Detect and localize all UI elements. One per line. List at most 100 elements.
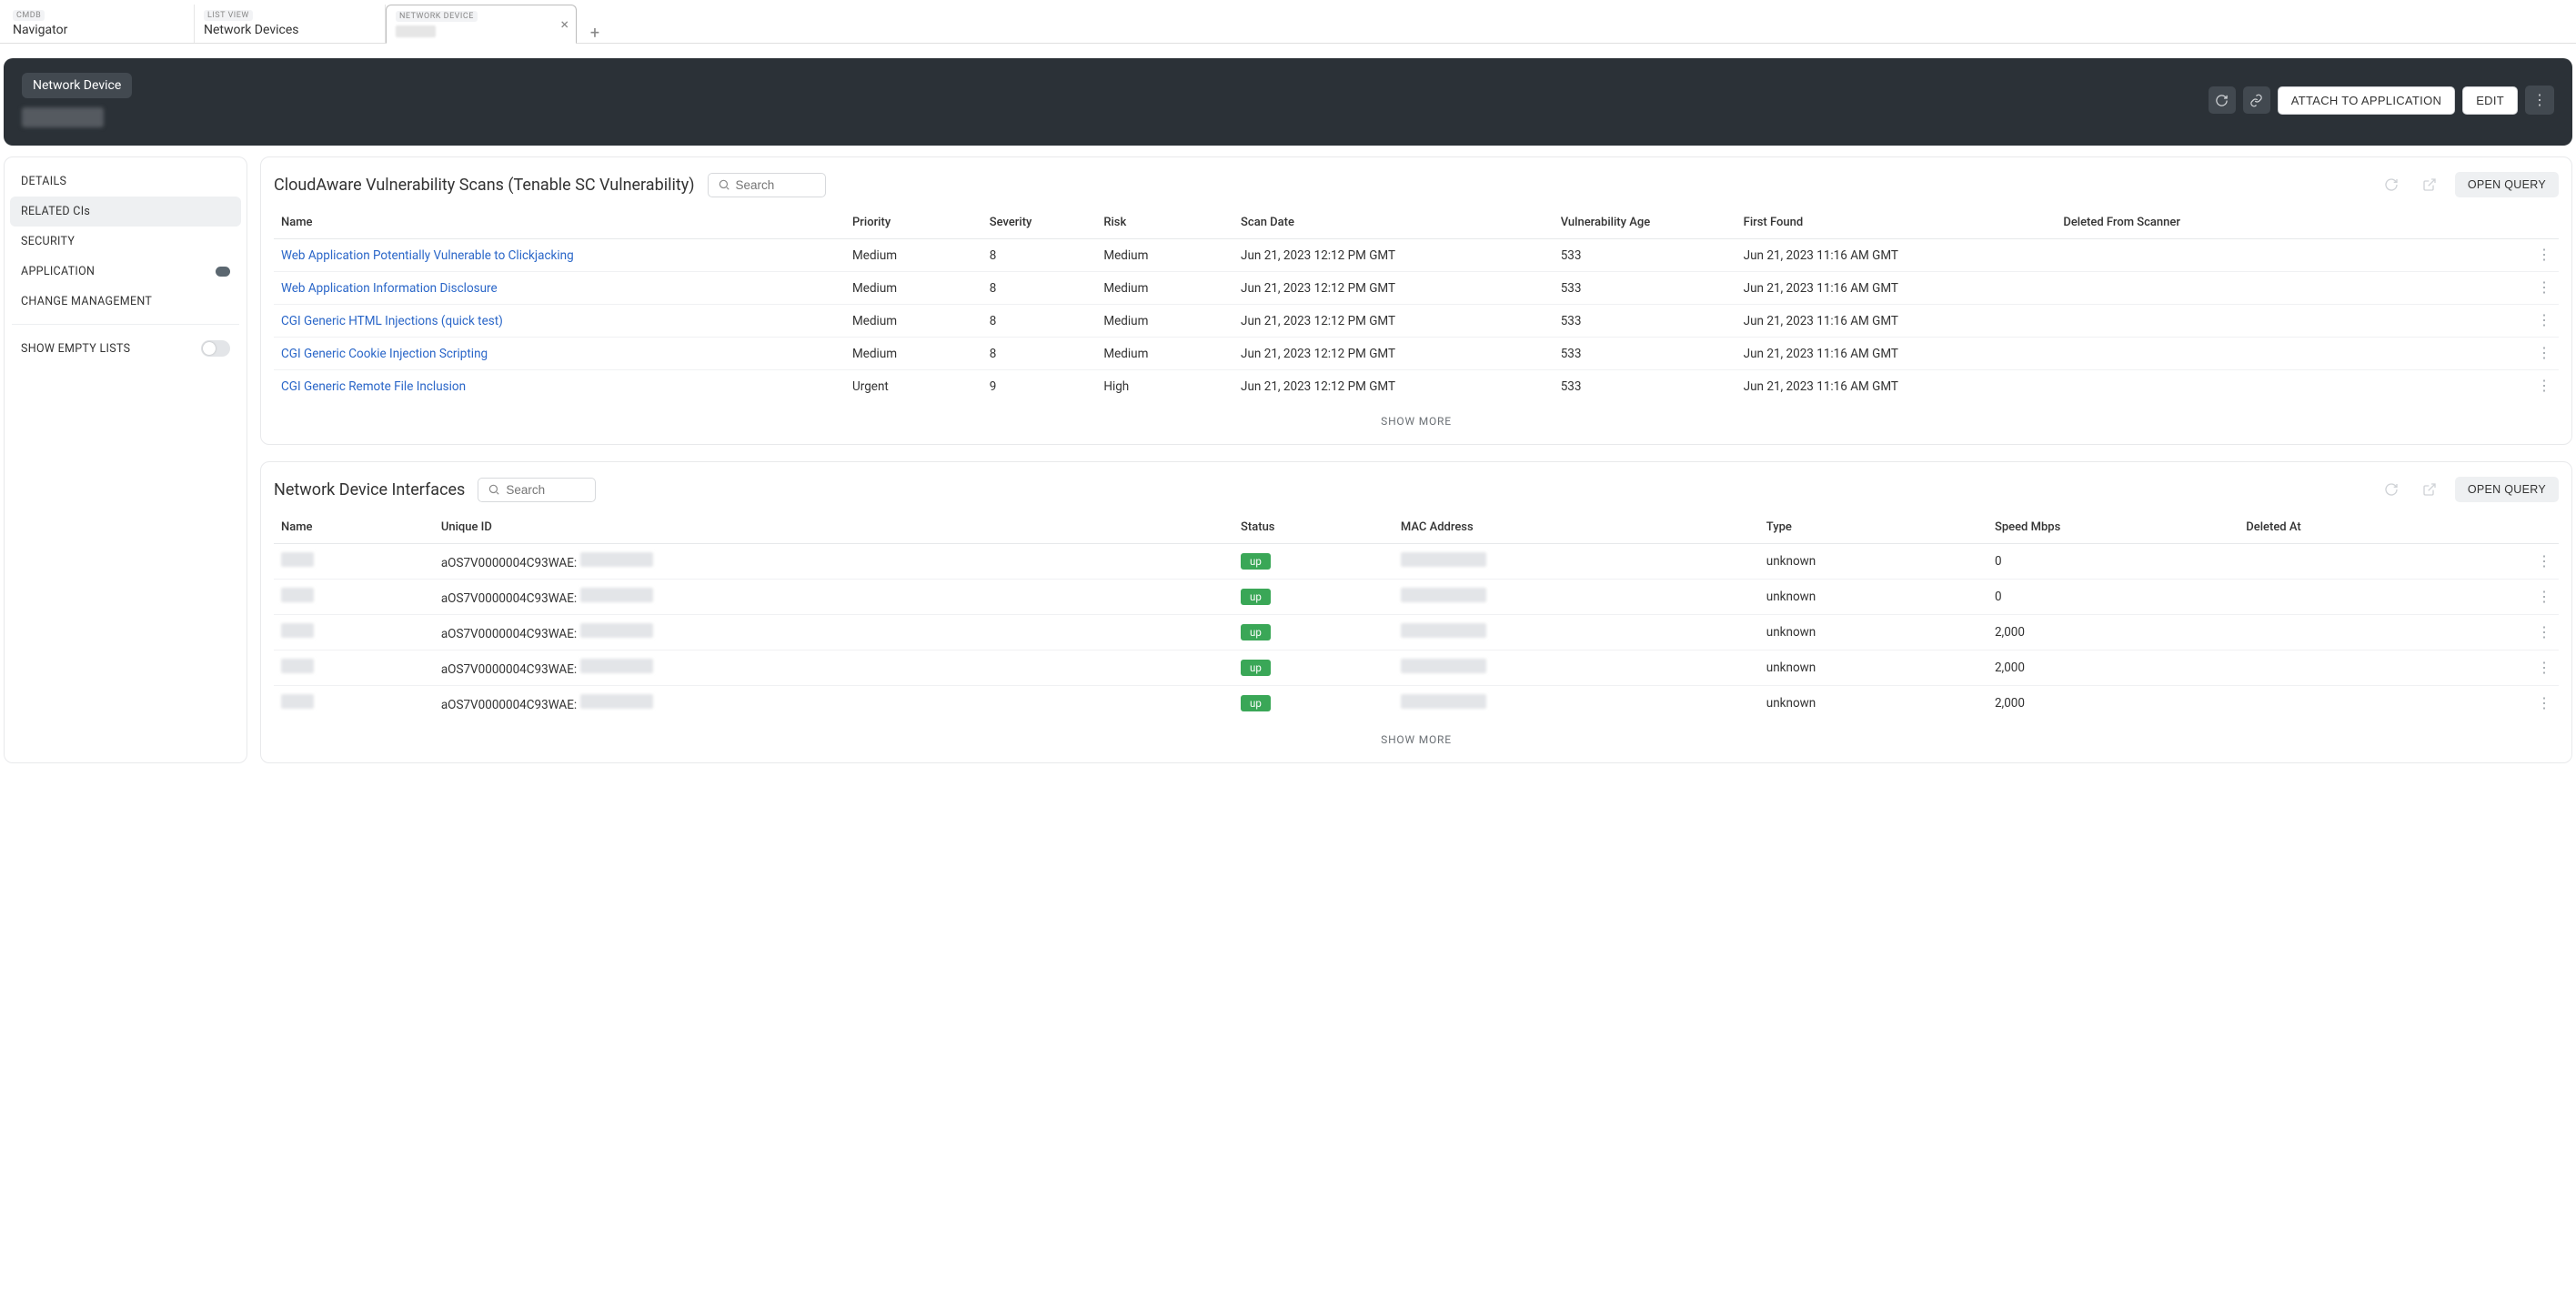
col-deleted[interactable]: Deleted From Scanner (2056, 207, 2467, 239)
cell-status: up (1233, 580, 1394, 615)
sidebar-item-label: RELATED CIs (21, 205, 90, 218)
col-name[interactable]: Name (274, 207, 845, 239)
more-actions-icon[interactable]: ⋮ (2525, 86, 2554, 115)
cell-unique-id: aOS7V0000004C93WAE: (434, 544, 1233, 580)
cell-status: up (1233, 544, 1394, 580)
tab-network-devices[interactable]: LIST VIEW Network Devices (195, 5, 386, 43)
search-input-wrapper[interactable] (478, 478, 596, 502)
tab-overline: CMDB (13, 10, 45, 21)
row-menu-icon[interactable]: ⋮ (2490, 686, 2559, 721)
close-icon[interactable]: × (560, 17, 569, 32)
sidebar-item-security[interactable]: SECURITY (10, 227, 241, 257)
cell-deleted-at (2239, 650, 2490, 686)
cell-unique-id: aOS7V0000004C93WAE: (434, 686, 1233, 721)
row-menu-icon[interactable]: ⋮ (2467, 239, 2559, 272)
col-first-found[interactable]: First Found (1736, 207, 2057, 239)
cell-deleted-at (2239, 580, 2490, 615)
tab-network-device-detail[interactable]: NETWORK DEVICE × (386, 5, 577, 44)
sidebar-item-change-management[interactable]: CHANGE MANAGEMENT (10, 287, 241, 317)
panel-refresh-icon[interactable] (2379, 172, 2404, 197)
cell-unique-id: aOS7V0000004C93WAE: (434, 615, 1233, 650)
cell-unique-id: aOS7V0000004C93WAE: (434, 580, 1233, 615)
col-vuln-age[interactable]: Vulnerability Age (1554, 207, 1736, 239)
col-severity[interactable]: Severity (982, 207, 1097, 239)
cell-speed: 2,000 (1987, 650, 2239, 686)
col-name[interactable]: Name (274, 511, 434, 544)
row-menu-icon[interactable]: ⋮ (2467, 370, 2559, 403)
show-empty-toggle[interactable] (201, 340, 230, 357)
col-risk[interactable]: Risk (1096, 207, 1233, 239)
cell-risk: Medium (1096, 305, 1233, 338)
cell-name[interactable] (274, 686, 434, 721)
col-deleted-at[interactable]: Deleted At (2239, 511, 2490, 544)
tab-navigator[interactable]: CMDB Navigator (4, 5, 195, 43)
tabs-bar: CMDB Navigator LIST VIEW Network Devices… (0, 0, 2576, 44)
cell-status: up (1233, 650, 1394, 686)
sidebar-item-label: SECURITY (21, 235, 75, 248)
record-type-chip: Network Device (22, 73, 132, 98)
row-menu-icon[interactable]: ⋮ (2467, 305, 2559, 338)
col-scan-date[interactable]: Scan Date (1233, 207, 1554, 239)
cell-deleted (2056, 239, 2467, 272)
col-speed[interactable]: Speed Mbps (1987, 511, 2239, 544)
cell-risk: Medium (1096, 239, 1233, 272)
open-query-button[interactable]: OPEN QUERY (2455, 172, 2559, 197)
search-input[interactable] (736, 178, 800, 192)
tab-title: Network Devices (204, 23, 372, 37)
vuln-name-link[interactable]: CGI Generic Remote File Inclusion (281, 379, 466, 394)
cell-type: unknown (1759, 580, 1987, 615)
cell-name[interactable] (274, 615, 434, 650)
cell-risk: Medium (1096, 272, 1233, 305)
row-menu-icon[interactable]: ⋮ (2490, 544, 2559, 580)
cell-risk: Medium (1096, 338, 1233, 370)
edit-button[interactable]: EDIT (2462, 86, 2518, 115)
link-icon[interactable] (2243, 86, 2270, 114)
open-query-button[interactable]: OPEN QUERY (2455, 477, 2559, 502)
table-row: aOS7V0000004C93WAE: upunknown2,000⋮ (274, 615, 2559, 650)
show-more-button[interactable]: SHOW MORE (274, 721, 2559, 753)
sidebar-item-application[interactable]: APPLICATION (10, 257, 241, 287)
cell-name[interactable] (274, 580, 434, 615)
vuln-name-link[interactable]: CGI Generic HTML Injections (quick test) (281, 314, 503, 328)
sidebar-item-label: SHOW EMPTY LISTS (21, 342, 130, 356)
cell-age: 533 (1554, 338, 1736, 370)
vuln-name-link[interactable]: Web Application Potentially Vulnerable t… (281, 248, 574, 263)
row-menu-icon[interactable]: ⋮ (2490, 615, 2559, 650)
cell-name[interactable] (274, 650, 434, 686)
sidebar-item-label: CHANGE MANAGEMENT (21, 295, 152, 308)
panel-open-external-icon[interactable] (2417, 477, 2442, 502)
col-priority[interactable]: Priority (845, 207, 982, 239)
add-tab-button[interactable]: + (577, 24, 613, 43)
table-row: Web Application Potentially Vulnerable t… (274, 239, 2559, 272)
tab-title-redacted (396, 25, 436, 37)
panel-refresh-icon[interactable] (2379, 477, 2404, 502)
cell-speed: 2,000 (1987, 615, 2239, 650)
row-menu-icon[interactable]: ⋮ (2467, 272, 2559, 305)
search-input-wrapper[interactable] (708, 173, 826, 197)
table-row: aOS7V0000004C93WAE: upunknown2,000⋮ (274, 686, 2559, 721)
row-menu-icon[interactable]: ⋮ (2490, 650, 2559, 686)
col-status[interactable]: Status (1233, 511, 1394, 544)
cell-deleted (2056, 370, 2467, 403)
row-menu-icon[interactable]: ⋮ (2467, 338, 2559, 370)
sidebar-item-details[interactable]: DETAILS (10, 166, 241, 197)
show-more-button[interactable]: SHOW MORE (274, 402, 2559, 435)
cell-first-found: Jun 21, 2023 11:16 AM GMT (1736, 272, 2057, 305)
vuln-name-link[interactable]: Web Application Information Disclosure (281, 281, 498, 296)
search-input[interactable] (506, 483, 569, 497)
row-menu-icon[interactable]: ⋮ (2490, 580, 2559, 615)
col-type[interactable]: Type (1759, 511, 1987, 544)
col-mac[interactable]: MAC Address (1394, 511, 1759, 544)
cell-name[interactable] (274, 544, 434, 580)
tab-title: Navigator (13, 23, 181, 37)
cell-status: up (1233, 615, 1394, 650)
sidebar-item-related-cis[interactable]: RELATED CIs (10, 197, 241, 227)
panel-open-external-icon[interactable] (2417, 172, 2442, 197)
vuln-name-link[interactable]: CGI Generic Cookie Injection Scripting (281, 347, 488, 361)
refresh-icon[interactable] (2209, 86, 2236, 114)
cell-scan-date: Jun 21, 2023 12:12 PM GMT (1233, 239, 1554, 272)
cell-deleted (2056, 338, 2467, 370)
attach-to-application-button[interactable]: ATTACH TO APPLICATION (2278, 86, 2455, 115)
interfaces-table: Name Unique ID Status MAC Address Type S… (274, 511, 2559, 721)
col-unique-id[interactable]: Unique ID (434, 511, 1233, 544)
